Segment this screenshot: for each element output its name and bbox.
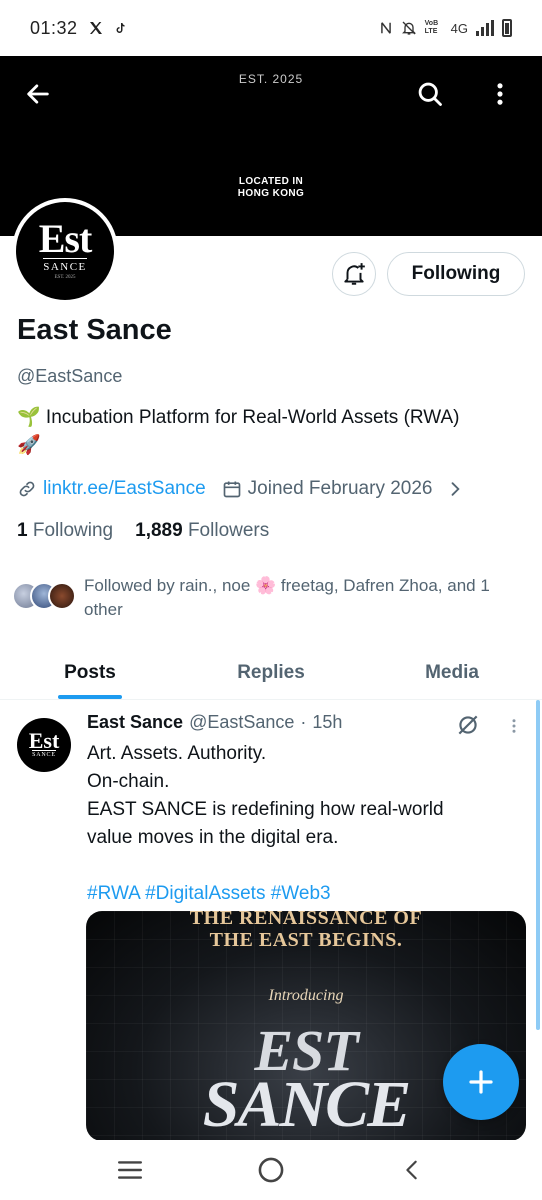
grok-button[interactable] (455, 712, 481, 743)
battery-icon (502, 19, 512, 37)
followers-count: 1,889 (135, 520, 183, 541)
following-count: 1 (17, 520, 28, 541)
mute-icon (401, 21, 416, 35)
banner-location: LOCATED IN HONG KONG (0, 176, 542, 200)
followed-by-avatars (12, 574, 82, 614)
link-icon (19, 481, 35, 497)
status-bar: 01:32 VoB LTE 4G (0, 0, 542, 56)
profile-bio: 🌱 Incubation Platform for Real-World Ass… (17, 404, 522, 460)
profile-avatar[interactable]: Est SANCE EST. 2025 (12, 198, 118, 304)
post-author[interactable]: East Sance (87, 712, 183, 733)
media-introducing: Introducing (268, 987, 344, 1004)
compose-button[interactable] (443, 1044, 519, 1120)
back-chevron-icon (405, 1160, 417, 1180)
avatar-logo-tiny: EST. 2025 (54, 275, 76, 280)
signal-icon (476, 20, 494, 36)
avatar-logo-top: Est (38, 216, 93, 261)
recents-button[interactable] (110, 1150, 150, 1190)
banner-est: EST. 2025 (238, 72, 304, 86)
profile-name: East Sance (17, 314, 172, 346)
post-text: Art. Assets. Authority. On-chain. EAST S… (87, 740, 507, 908)
avatar-logo-bottom: SANCE (43, 258, 87, 273)
media-headline: THE RENAISSANCE OF THE EAST BEGINS. (86, 911, 526, 951)
post-line: value moves in the digital era. (87, 827, 339, 848)
post-time: 15h (312, 712, 343, 732)
followers-count-link[interactable]: 1,889 Followers (135, 520, 269, 542)
post-header: East Sance @EastSance · 15h (87, 712, 342, 733)
search-icon (418, 82, 442, 106)
follower-avatar (48, 582, 76, 610)
profile-link[interactable]: linktr.ee/EastSance (43, 478, 206, 500)
back-arrow-icon (27, 84, 49, 104)
tab-media[interactable]: Media (362, 646, 542, 699)
search-button[interactable] (412, 76, 448, 112)
profile-meta: linktr.ee/EastSance Joined February 2026 (17, 478, 465, 500)
post-line: EAST SANCE is redefining how real-world (87, 799, 444, 820)
post-line: Art. Assets. Authority. (87, 743, 267, 764)
network-indicator: 4G (450, 20, 468, 36)
calendar-icon (223, 481, 240, 498)
notifications-button[interactable] (332, 252, 376, 296)
home-circle-icon (258, 1157, 284, 1183)
tiktok-icon (116, 23, 125, 33)
post-dot: · (300, 712, 307, 732)
profile-joined: Joined February 2026 (247, 478, 433, 499)
followed-by[interactable]: Followed by rain., noe 🌸 freetag, Dafren… (12, 574, 532, 622)
post-avatar-logo-top: Est (28, 728, 60, 753)
bell-plus-icon (344, 263, 365, 285)
followers-label: Followers (187, 520, 270, 541)
follow-counts: 1 Following 1,889 Followers (17, 520, 269, 542)
status-time: 01:32 (30, 17, 78, 38)
banner-location-line2: HONG KONG (237, 188, 305, 199)
post-avatar-logo-bottom: SANCE (32, 750, 56, 758)
system-back-button[interactable] (392, 1150, 432, 1190)
volte-indicator: VoB LTE (424, 20, 439, 35)
status-right-icons: VoB LTE 4G (379, 19, 512, 37)
more-options-button[interactable] (482, 76, 518, 112)
x-logo-icon (89, 22, 102, 34)
home-button[interactable] (251, 1150, 291, 1190)
post-avatar[interactable]: Est SANCE (17, 718, 71, 772)
more-vertical-icon (512, 719, 516, 733)
followed-by-text: Followed by rain., noe 🌸 freetag, Dafren… (84, 576, 490, 619)
system-navigation-bar (0, 1140, 542, 1200)
profile-tabs: Posts Replies Media (0, 646, 542, 700)
chevron-right-icon[interactable] (445, 479, 465, 499)
post-handle: @EastSance (189, 712, 295, 732)
more-vertical-icon (497, 83, 503, 105)
media-headline-line1: THE RENAISSANCE OF (189, 911, 423, 929)
scrollbar[interactable] (536, 700, 540, 1030)
following-button[interactable]: Following (387, 252, 525, 296)
status-left-icons (88, 20, 126, 36)
banner-location-line1: LOCATED IN (238, 176, 304, 187)
following-count-link[interactable]: 1 Following (17, 520, 113, 542)
media-headline-line2: THE EAST BEGINS. (209, 929, 403, 951)
tab-posts[interactable]: Posts (0, 646, 180, 699)
recents-icon (118, 1161, 143, 1179)
plus-icon (469, 1070, 493, 1094)
profile-handle: @EastSance (17, 366, 123, 386)
following-label: Following (32, 520, 114, 541)
post-line (87, 852, 507, 880)
grok-icon (458, 715, 478, 735)
bio-line-2: 🚀 (17, 435, 41, 456)
nfc-icon (380, 22, 391, 34)
post-more-button[interactable] (505, 716, 523, 741)
post-hashtags[interactable]: #RWA #DigitalAssets #Web3 (87, 880, 507, 908)
back-button[interactable] (20, 76, 56, 112)
post-line: On-chain. (87, 771, 170, 792)
bio-line-1: 🌱 Incubation Platform for Real-World Ass… (17, 407, 460, 428)
avatar-logo: Est SANCE EST. 2025 (16, 202, 114, 300)
tab-replies[interactable]: Replies (180, 646, 362, 699)
